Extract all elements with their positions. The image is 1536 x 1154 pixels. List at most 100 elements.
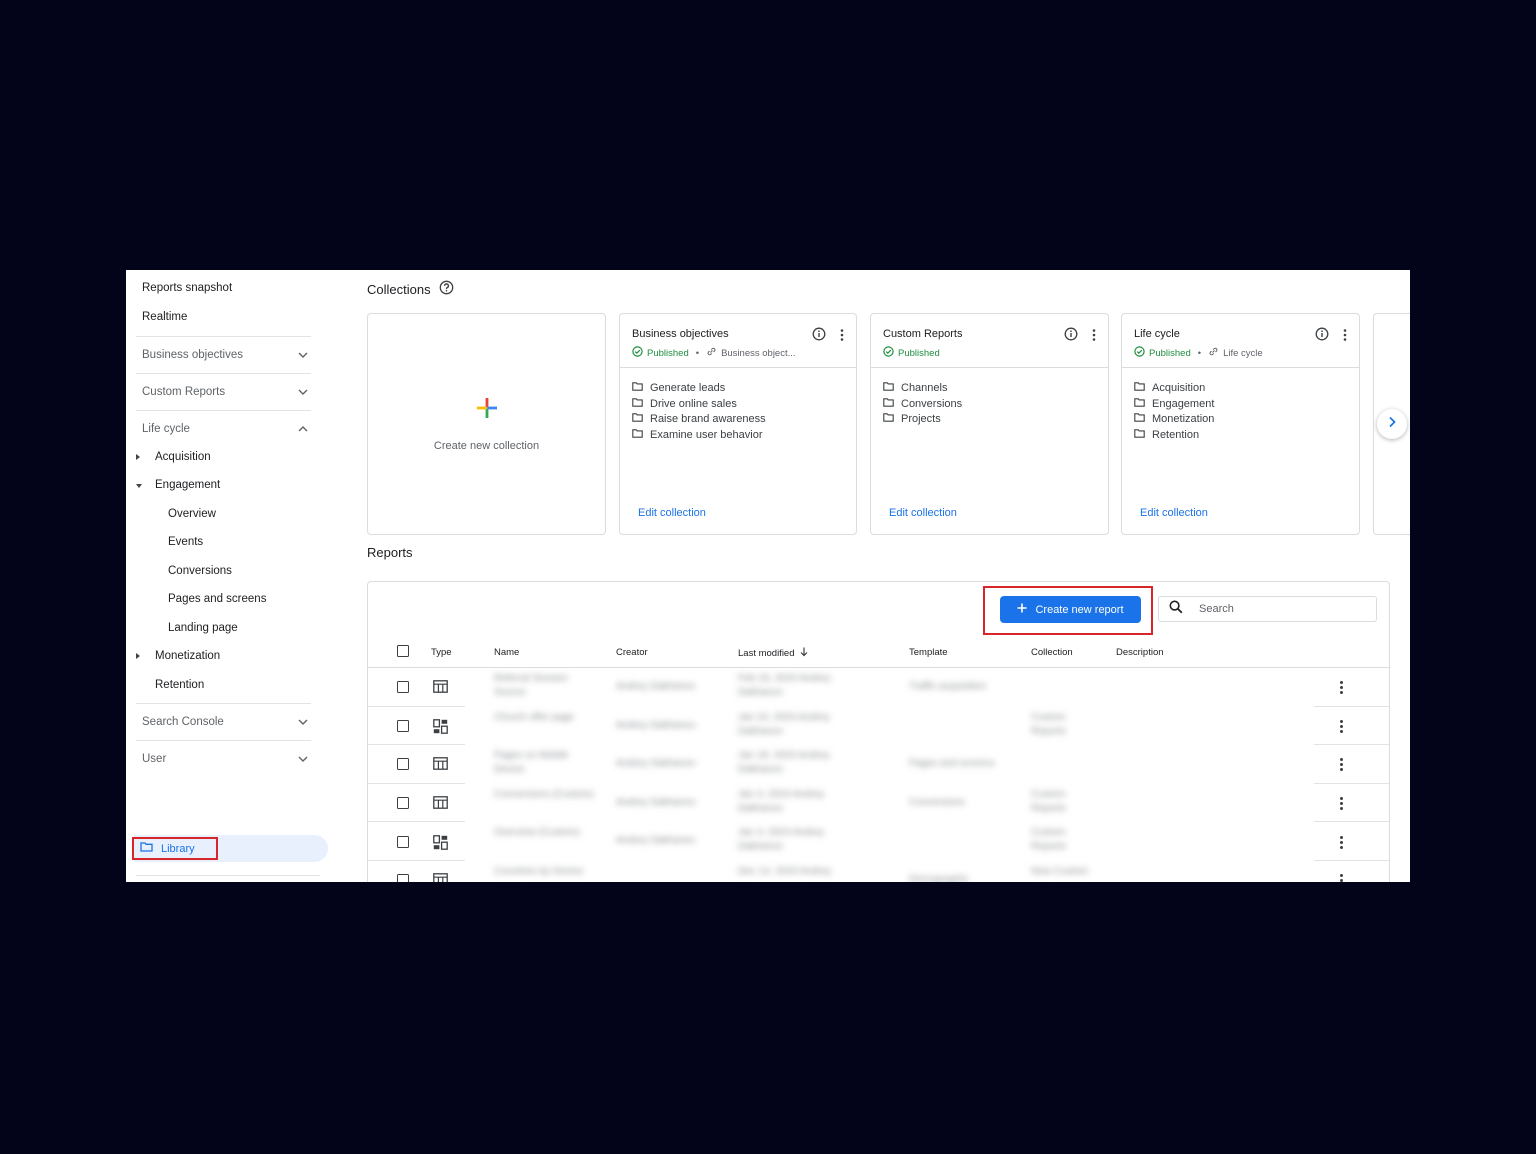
expand-arrow-icon[interactable] xyxy=(136,454,140,460)
folder-item[interactable]: Generate leads xyxy=(632,380,766,396)
folder-icon xyxy=(140,842,153,855)
help-icon[interactable] xyxy=(439,280,454,298)
col-name[interactable]: Name xyxy=(494,647,519,658)
report-name[interactable]: Countries by Device xyxy=(494,865,594,879)
more-vert-icon[interactable] xyxy=(1340,835,1343,849)
more-vert-icon[interactable] xyxy=(1092,328,1096,346)
report-collection: Custom Reports xyxy=(1031,827,1067,853)
folder-item[interactable]: Conversions xyxy=(883,396,962,412)
report-creator: Andrey Dakhanov xyxy=(616,681,696,692)
card-template: Life cycle xyxy=(1208,346,1263,360)
nav-library[interactable]: Library xyxy=(132,837,218,860)
table-row[interactable]: Pages on Mobile Device Andrey Dakhanov Jan… xyxy=(368,745,1389,784)
folder-icon xyxy=(883,397,894,410)
section-business-objectives[interactable]: Business objectives xyxy=(136,336,311,373)
create-new-report-button[interactable]: Create new report xyxy=(1000,596,1141,623)
col-description[interactable]: Description xyxy=(1116,647,1164,658)
folder-item[interactable]: Acquisition xyxy=(1134,380,1214,396)
card-actions xyxy=(1315,327,1347,346)
table-row[interactable]: Overview (Custom) Andrey Dakhanov Jan 4, 2… xyxy=(368,822,1389,861)
nav-engagement-conversions[interactable]: Conversions xyxy=(168,565,232,577)
table-report-icon xyxy=(433,796,448,814)
report-search[interactable] xyxy=(1158,596,1377,622)
chevron-down-icon xyxy=(297,716,309,728)
nav-retention[interactable]: Retention xyxy=(155,679,204,691)
report-name[interactable]: Church offer page xyxy=(494,711,594,725)
card-actions xyxy=(1064,327,1096,346)
col-template[interactable]: Template xyxy=(909,647,948,658)
table-report-icon xyxy=(433,873,448,882)
table-row[interactable]: Church offer page Andrey Dakhanov Jan 24, … xyxy=(368,707,1389,746)
report-template: Demographic xyxy=(909,874,969,882)
more-vert-icon[interactable] xyxy=(1343,328,1347,346)
folder-label: Retention xyxy=(1152,428,1200,441)
edit-collection-link[interactable]: Edit collection xyxy=(638,507,706,519)
folder-item[interactable]: Examine user behavior xyxy=(632,427,766,443)
folder-item[interactable]: Monetization xyxy=(1134,411,1214,427)
nav-engagement-overview[interactable]: Overview xyxy=(168,508,216,520)
nav-reports-snapshot[interactable]: Reports snapshot xyxy=(142,282,232,294)
more-vert-icon[interactable] xyxy=(1340,681,1343,695)
more-vert-icon[interactable] xyxy=(1340,797,1343,811)
select-all-checkbox[interactable] xyxy=(397,645,409,657)
nav-acquisition[interactable]: Acquisition xyxy=(155,451,211,463)
reports-title: Reports xyxy=(367,545,413,560)
search-input[interactable] xyxy=(1197,602,1351,616)
col-type[interactable]: Type xyxy=(431,647,452,658)
row-checkbox[interactable] xyxy=(397,797,409,810)
more-vert-icon[interactable] xyxy=(840,328,844,346)
nav-engagement[interactable]: Engagement xyxy=(155,479,220,491)
report-name[interactable]: Pages on Mobile Device xyxy=(494,749,594,777)
nav-realtime[interactable]: Realtime xyxy=(142,311,187,323)
report-name[interactable]: Referral Session Source xyxy=(494,672,594,700)
row-checkbox[interactable] xyxy=(397,681,409,694)
report-name[interactable]: Conversions (Custom) xyxy=(494,788,594,802)
nav-engagement-landing-page[interactable]: Landing page xyxy=(168,622,238,634)
col-last-modified[interactable]: Last modified xyxy=(738,647,808,660)
nav-monetization[interactable]: Monetization xyxy=(155,650,220,662)
chevron-down-icon xyxy=(297,753,309,765)
section-user[interactable]: User xyxy=(136,740,311,777)
expand-arrow-icon[interactable] xyxy=(136,653,140,659)
table-row[interactable]: Countries by Device Dec 14, 2023 Andrey De… xyxy=(368,861,1389,882)
collection-card-life-cycle[interactable]: Life cycle Published • Life cycle Acquis… xyxy=(1121,313,1360,535)
info-icon[interactable] xyxy=(812,327,826,346)
collection-card-custom-reports[interactable]: Custom Reports Published Channels Conver… xyxy=(870,313,1109,535)
collapse-arrow-icon[interactable] xyxy=(136,484,142,488)
more-vert-icon[interactable] xyxy=(1340,758,1343,772)
edit-collection-link[interactable]: Edit collection xyxy=(889,507,957,519)
carousel-next-button[interactable] xyxy=(1377,409,1407,439)
row-checkbox[interactable] xyxy=(397,758,409,771)
more-vert-icon[interactable] xyxy=(1340,874,1343,882)
row-checkbox[interactable] xyxy=(397,835,409,848)
folder-item[interactable]: Drive online sales xyxy=(632,396,766,412)
chevron-down-icon xyxy=(297,349,309,361)
row-checkbox[interactable] xyxy=(397,874,409,882)
section-life-cycle[interactable]: Life cycle xyxy=(136,410,311,447)
table-row[interactable]: Referral Session Source Andrey Dakhanov Fe… xyxy=(368,668,1389,707)
folder-item[interactable]: Channels xyxy=(883,380,962,396)
folder-label: Monetization xyxy=(1152,413,1215,426)
folder-item[interactable]: Raise brand awareness xyxy=(632,411,766,427)
info-icon[interactable] xyxy=(1315,327,1329,346)
report-name[interactable]: Overview (Custom) xyxy=(494,826,594,840)
edit-collection-link[interactable]: Edit collection xyxy=(1140,507,1208,519)
row-checkbox[interactable] xyxy=(397,719,409,732)
col-creator[interactable]: Creator xyxy=(616,647,648,658)
more-vert-icon[interactable] xyxy=(1340,719,1343,733)
folder-item[interactable]: Projects xyxy=(883,411,962,427)
collection-card-business-objectives[interactable]: Business objectives Published • Business… xyxy=(619,313,857,535)
nav-engagement-pages-and-screens[interactable]: Pages and screens xyxy=(168,593,266,605)
create-new-collection-card[interactable]: Create new collection xyxy=(367,313,606,535)
col-collection[interactable]: Collection xyxy=(1031,647,1073,658)
folder-item[interactable]: Engagement xyxy=(1134,396,1214,412)
nav-engagement-events[interactable]: Events xyxy=(168,536,203,548)
section-label: Life cycle xyxy=(142,423,190,435)
section-search-console[interactable]: Search Console xyxy=(136,703,311,740)
info-icon[interactable] xyxy=(1064,327,1078,346)
section-custom-reports[interactable]: Custom Reports xyxy=(136,373,311,410)
folder-item[interactable]: Retention xyxy=(1134,427,1214,443)
dashboard-report-icon xyxy=(433,834,448,855)
table-row[interactable]: Conversions (Custom) Andrey Dakhanov Jan 4… xyxy=(368,784,1389,823)
status-published: Published xyxy=(647,347,689,359)
